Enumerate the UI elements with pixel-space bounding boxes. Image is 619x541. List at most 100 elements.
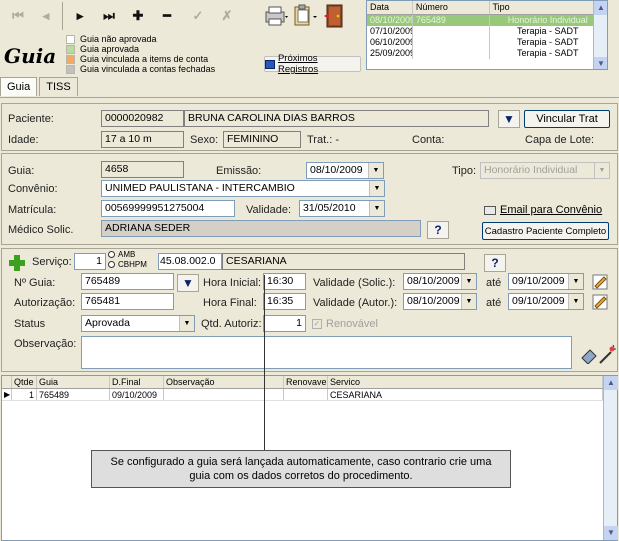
col-data[interactable]: Data [367, 1, 413, 14]
vincular-trat-button[interactable]: Vincular Trat [524, 110, 610, 128]
col-qtde[interactable]: Qtde [12, 376, 37, 388]
clipboard-icon[interactable] [292, 4, 320, 28]
email-convenio-link[interactable]: Email para Convênio [484, 204, 602, 216]
servico-help-button[interactable]: ? [484, 254, 506, 272]
validade-autor-label: Validade (Autor.): [313, 297, 398, 309]
status-select[interactable]: Aprovada ▼ [81, 315, 195, 332]
chevron-down-icon[interactable]: ▼ [369, 181, 384, 196]
grid-row[interactable]: 07/10/2009 Terapia - SADT [367, 26, 607, 37]
scroll-up-icon[interactable]: ▲ [594, 1, 607, 15]
idade-label: Idade: [8, 134, 39, 146]
edit-note-icon[interactable] [590, 292, 610, 312]
guia-history-grid[interactable]: Data Número Tipo 08/10/2009 765489 Honorár… [366, 0, 608, 70]
add-icon[interactable]: ✚ [124, 2, 152, 30]
cadastro-paciente-button[interactable]: Cadastro Paciente Completo [482, 222, 609, 240]
print-icon[interactable] [263, 4, 289, 28]
proximos-registros-button[interactable]: Próximos Registros [264, 53, 361, 75]
hora-inicial-input[interactable]: 16:30 [263, 273, 306, 290]
paciente-dropdown-icon[interactable]: ▼ [498, 110, 520, 128]
legend-swatch [66, 64, 75, 74]
medico-help-button[interactable]: ? [427, 221, 449, 239]
scrollbar[interactable]: ▲ ▼ [593, 1, 607, 69]
grid-cell: 25/09/2009 [367, 48, 413, 59]
paciente-name-field: BRUNA CAROLINA DIAS BARROS [184, 110, 489, 127]
validade-solic-picker[interactable]: 08/10/2009 ▼ [403, 273, 477, 290]
scroll-up-icon[interactable]: ▲ [604, 376, 618, 390]
tab-tiss[interactable]: TISS [39, 77, 78, 96]
legend-swatch [66, 44, 75, 54]
legend-label: Guia vinculada a contas fechadas [80, 64, 216, 74]
servico-qtd-input[interactable]: 1 [74, 253, 106, 270]
legend-label: Guia vinculada a items de conta [80, 54, 209, 64]
grid-cell [413, 37, 490, 48]
qtd-autoriz-input[interactable]: 1 [263, 315, 306, 332]
col-observacao[interactable]: Observação [164, 376, 284, 388]
table-row[interactable]: ▶ 1 765489 09/10/2009 CESARIANA [2, 389, 617, 401]
chevron-down-icon[interactable]: ▼ [568, 294, 583, 309]
col-tipo[interactable]: Tipo [490, 1, 607, 14]
capa-lote-label: Capa de Lote: [525, 134, 595, 146]
scroll-down-icon[interactable]: ▼ [594, 57, 607, 69]
medico-field[interactable]: ADRIANA SEDER [101, 220, 421, 237]
chevron-down-icon[interactable]: ▼ [461, 274, 476, 289]
grid-row[interactable]: 06/10/2009 Terapia - SADT [367, 37, 607, 48]
col-servico[interactable]: Servico [328, 376, 603, 388]
validade-solic-value: 08/10/2009 [407, 275, 460, 287]
observacao-textarea[interactable] [81, 336, 572, 369]
magic-wand-icon[interactable] [597, 343, 617, 365]
emissao-date-picker[interactable]: 08/10/2009 ▼ [306, 162, 384, 179]
add-servico-icon[interactable] [8, 254, 26, 272]
chevron-down-icon[interactable]: ▼ [368, 163, 383, 178]
legend-item: Guia não aprovada [66, 34, 157, 44]
tab-guia[interactable]: Guia [0, 77, 38, 96]
edit-note-icon[interactable] [590, 272, 610, 292]
paciente-label: Paciente: [8, 113, 54, 125]
nguia-label: Nº Guia: [14, 277, 56, 289]
paciente-code-field: 0000020982 [101, 110, 184, 127]
grid-cell: 07/10/2009 [367, 26, 413, 37]
row-indicator-icon: ▶ [4, 389, 12, 400]
exit-door-icon[interactable] [322, 3, 348, 29]
grid-row[interactable]: 08/10/2009 765489 Honorário Individual [367, 15, 607, 26]
amb-radio[interactable]: AMB [108, 250, 135, 259]
sexo-field: FEMININO [223, 131, 301, 148]
scrollbar[interactable]: ▲ ▼ [603, 376, 618, 540]
ate1-picker[interactable]: 09/10/2009 ▼ [508, 273, 584, 290]
status-label: Status [14, 318, 46, 330]
col-dfinal[interactable]: D.Final [110, 376, 164, 388]
status-value: Aprovada [85, 317, 130, 329]
observacao-label: Observação: [14, 338, 77, 350]
legend-swatch [66, 34, 75, 44]
next-icon[interactable]: ▸ [66, 2, 94, 30]
grid-row[interactable]: 25/09/2009 Terapia - SADT [367, 48, 607, 59]
chevron-down-icon[interactable]: ▼ [461, 294, 476, 309]
ate2-picker[interactable]: 09/10/2009 ▼ [508, 293, 584, 310]
last-icon[interactable]: ⏭ [95, 2, 123, 30]
chevron-down-icon: ▼ [594, 163, 609, 178]
convenio-label: Convênio: [8, 183, 58, 195]
cbhpm-radio[interactable]: CBHPM [108, 260, 147, 269]
remove-icon[interactable]: ━ [153, 2, 181, 30]
nguia-input[interactable]: 765489 [81, 273, 174, 290]
grid-cell: 765489 [413, 15, 490, 26]
validade-autor-picker[interactable]: 08/10/2009 ▼ [403, 293, 477, 310]
servico-desc-field: CESARIANA [222, 253, 465, 270]
validade-date-picker[interactable]: 31/05/2010 ▼ [299, 200, 385, 217]
nguia-dropdown-icon[interactable]: ▼ [177, 274, 199, 292]
chevron-down-icon[interactable]: ▼ [568, 274, 583, 289]
col-guia[interactable]: Guia [37, 376, 110, 388]
hora-final-input[interactable]: 16:35 [263, 293, 306, 310]
col-renovavel[interactable]: Renovavel [284, 376, 328, 388]
col-numero[interactable]: Número [413, 1, 490, 14]
chevron-down-icon[interactable]: ▼ [179, 316, 194, 331]
grid-header: Qtde Guia D.Final Observação Renovavel S… [2, 376, 617, 389]
convenio-select[interactable]: UNIMED PAULISTANA - INTERCAMBIO ▼ [101, 180, 385, 197]
autorizacao-input[interactable]: 765481 [81, 293, 174, 310]
servico-label: Serviço: [32, 256, 72, 268]
chevron-down-icon[interactable]: ▼ [369, 201, 384, 216]
emissao-label: Emissão: [216, 165, 262, 177]
scroll-down-icon[interactable]: ▼ [604, 526, 618, 540]
legend-item: Guia vinculada a items de conta [66, 54, 208, 64]
matricula-input[interactable]: 00569999951275004 [101, 200, 235, 217]
servico-code-input[interactable]: 45.08.002.0 [158, 253, 222, 270]
